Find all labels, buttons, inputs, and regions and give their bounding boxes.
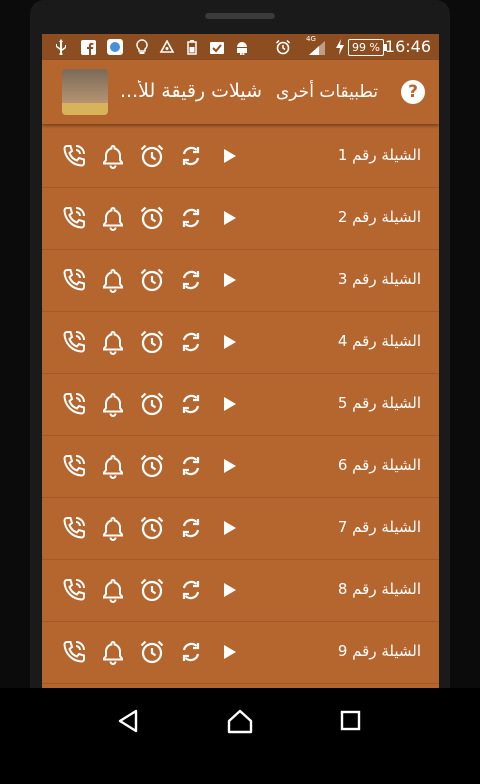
notification-bell-icon[interactable] bbox=[100, 515, 126, 541]
ringtone-call-icon[interactable] bbox=[61, 639, 87, 665]
list-item-label: الشيلة رقم 3 bbox=[337, 270, 421, 288]
home-button[interactable] bbox=[225, 706, 255, 736]
ringtone-call-icon[interactable] bbox=[61, 205, 87, 231]
repeat-icon[interactable] bbox=[178, 577, 204, 603]
alarm-clock-icon[interactable] bbox=[139, 267, 165, 293]
navigation-bar bbox=[0, 688, 480, 784]
alarm-clock-icon[interactable] bbox=[139, 329, 165, 355]
ringtone-call-icon[interactable] bbox=[61, 453, 87, 479]
repeat-icon[interactable] bbox=[178, 205, 204, 231]
notification-bell-icon[interactable] bbox=[100, 453, 126, 479]
ringtone-call-icon[interactable] bbox=[61, 515, 87, 541]
notification-bell-icon[interactable] bbox=[100, 329, 126, 355]
usb-icon bbox=[54, 38, 68, 56]
ringtone-call-icon[interactable] bbox=[61, 267, 87, 293]
notification-bell-icon[interactable] bbox=[100, 267, 126, 293]
list-item[interactable]: الشيلة رقم 5 bbox=[42, 374, 439, 436]
alarm-clock-icon[interactable] bbox=[139, 515, 165, 541]
back-button[interactable] bbox=[114, 706, 144, 736]
alarm-clock-icon[interactable] bbox=[139, 577, 165, 603]
list-item-label: الشيلة رقم 7 bbox=[337, 518, 421, 536]
list-item-label: الشيلة رقم 5 bbox=[337, 394, 421, 412]
alarm-clock-icon[interactable] bbox=[139, 453, 165, 479]
charging-icon bbox=[334, 38, 346, 56]
speaker-grille bbox=[205, 13, 275, 19]
other-apps-button[interactable]: تطبيقات أخرى bbox=[276, 82, 378, 102]
ringtone-call-icon[interactable] bbox=[61, 329, 87, 355]
recycle-icon bbox=[158, 38, 176, 56]
ringtone-list: الشيلة رقم 1 الشيلة رقم 2 الشيلة رقم 3 الشي… bbox=[42, 126, 439, 684]
repeat-icon[interactable] bbox=[178, 391, 204, 417]
play-icon[interactable] bbox=[216, 577, 242, 603]
play-icon[interactable] bbox=[216, 391, 242, 417]
repeat-icon[interactable] bbox=[178, 515, 204, 541]
help-button[interactable]: ? bbox=[401, 80, 425, 104]
list-item-label: الشيلة رقم 2 bbox=[337, 208, 421, 226]
list-item[interactable]: الشيلة رقم 2 bbox=[42, 188, 439, 250]
alarm-clock-icon[interactable] bbox=[139, 205, 165, 231]
play-icon[interactable] bbox=[216, 205, 242, 231]
list-item-label: الشيلة رقم 1 bbox=[337, 146, 421, 164]
play-icon[interactable] bbox=[216, 267, 242, 293]
app-logo-banner bbox=[62, 103, 108, 115]
android-icon bbox=[234, 38, 250, 56]
notification-bell-icon[interactable] bbox=[100, 143, 126, 169]
notification-bell-icon[interactable] bbox=[100, 577, 126, 603]
checklist-icon bbox=[208, 38, 226, 56]
play-icon[interactable] bbox=[216, 143, 242, 169]
lightbulb-icon bbox=[134, 38, 150, 56]
list-item-label: الشيلة رقم 4 bbox=[337, 332, 421, 350]
play-icon[interactable] bbox=[216, 453, 242, 479]
app-screen: 4G 99 % 16:46 شيلات رقيقة للأ... تطبيقات… bbox=[42, 34, 439, 688]
list-item-label: الشيلة رقم 8 bbox=[337, 580, 421, 598]
device-frame: 4G 99 % 16:46 شيلات رقيقة للأ... تطبيقات… bbox=[0, 0, 480, 784]
network-type: 4G bbox=[306, 35, 316, 43]
app-logo bbox=[62, 69, 108, 115]
notification-bell-icon[interactable] bbox=[100, 205, 126, 231]
list-item[interactable]: الشيلة رقم 3 bbox=[42, 250, 439, 312]
clock: 16:46 bbox=[384, 37, 431, 56]
list-item[interactable]: الشيلة رقم 6 bbox=[42, 436, 439, 498]
play-icon[interactable] bbox=[216, 639, 242, 665]
app-title: شيلات رقيقة للأ... bbox=[120, 80, 262, 102]
list-item-label: الشيلة رقم 9 bbox=[337, 642, 421, 660]
list-item[interactable]: الشيلة رقم 7 bbox=[42, 498, 439, 560]
battery-saver-icon bbox=[184, 38, 200, 56]
repeat-icon[interactable] bbox=[178, 329, 204, 355]
alarm-clock-icon[interactable] bbox=[139, 391, 165, 417]
ringtone-call-icon[interactable] bbox=[61, 391, 87, 417]
ringtone-call-icon[interactable] bbox=[61, 143, 87, 169]
alarm-clock-icon[interactable] bbox=[139, 639, 165, 665]
battery-level: 99 % bbox=[348, 39, 387, 56]
notification-bell-icon[interactable] bbox=[100, 391, 126, 417]
play-icon[interactable] bbox=[216, 515, 242, 541]
repeat-icon[interactable] bbox=[178, 143, 204, 169]
app-notification-icon bbox=[106, 38, 124, 56]
repeat-icon[interactable] bbox=[178, 453, 204, 479]
ringtone-call-icon[interactable] bbox=[61, 577, 87, 603]
repeat-icon[interactable] bbox=[178, 639, 204, 665]
list-item-label: الشيلة رقم 6 bbox=[337, 456, 421, 474]
play-icon[interactable] bbox=[216, 329, 242, 355]
list-item[interactable]: الشيلة رقم 1 bbox=[42, 126, 439, 188]
list-item[interactable]: الشيلة رقم 4 bbox=[42, 312, 439, 374]
repeat-icon[interactable] bbox=[178, 267, 204, 293]
recents-button[interactable] bbox=[336, 706, 366, 736]
app-toolbar: شيلات رقيقة للأ... تطبيقات أخرى ? bbox=[42, 60, 439, 124]
alarm-clock-icon[interactable] bbox=[139, 143, 165, 169]
status-bar: 4G 99 % 16:46 bbox=[42, 34, 439, 60]
facebook-icon bbox=[80, 38, 96, 56]
alarm-status-icon bbox=[274, 38, 292, 56]
notification-bell-icon[interactable] bbox=[100, 639, 126, 665]
list-item[interactable]: الشيلة رقم 8 bbox=[42, 560, 439, 622]
list-item[interactable]: الشيلة رقم 9 bbox=[42, 622, 439, 684]
